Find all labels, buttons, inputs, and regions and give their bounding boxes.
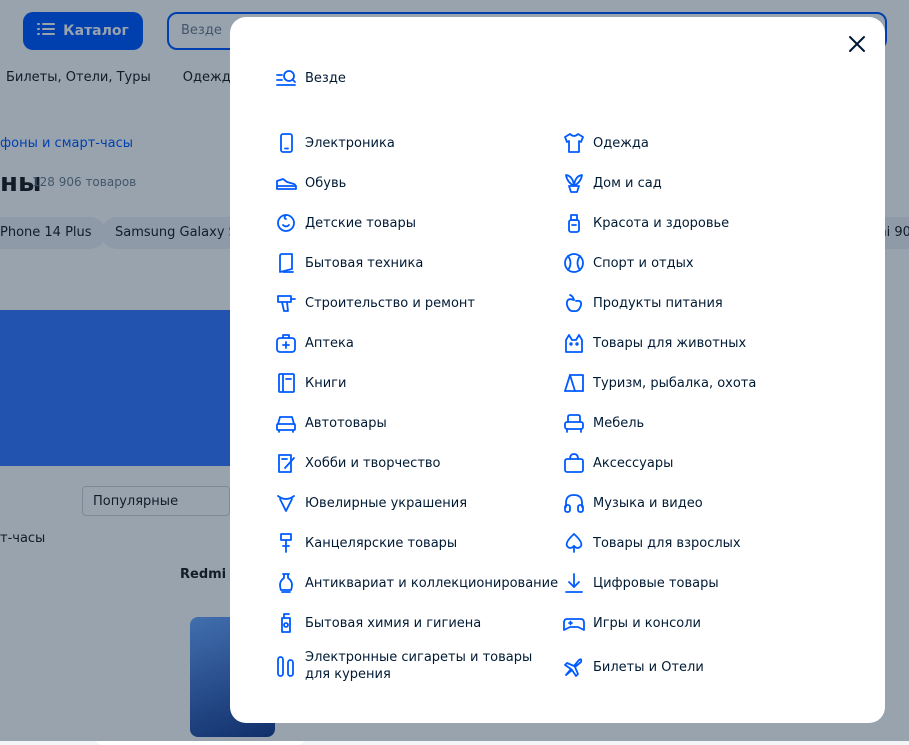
category-label: Бытовая химия и гигиена bbox=[305, 615, 482, 631]
plant-icon bbox=[563, 172, 585, 194]
category-label: Везде bbox=[305, 70, 346, 86]
category-item[interactable]: Цифровые товары bbox=[563, 572, 719, 594]
category-item[interactable]: Мебель bbox=[563, 412, 644, 434]
category-label: Автотовары bbox=[305, 415, 387, 431]
category-label: Обувь bbox=[305, 175, 347, 191]
category-label: Товары для животных bbox=[593, 335, 747, 351]
category-label: Дом и сад bbox=[593, 175, 662, 191]
category-item[interactable]: Антиквариат и коллекционирование bbox=[275, 572, 558, 594]
bag-icon bbox=[563, 452, 585, 474]
category-item[interactable]: Бытовая химия и гигиена bbox=[275, 612, 481, 634]
category-item[interactable]: Туризм, рыбалка, охота bbox=[563, 372, 756, 394]
category-modal: Везде Электроника Обувь Детские товары Бытов… bbox=[230, 17, 885, 723]
vape-icon bbox=[275, 655, 297, 677]
category-item[interactable]: Хобби и творчество bbox=[275, 452, 441, 474]
apple-icon bbox=[563, 292, 585, 314]
category-item[interactable]: Электронные сигареты и товары для курени… bbox=[275, 649, 545, 683]
category-item[interactable]: Ювелирные украшения bbox=[275, 492, 467, 514]
category-label: Туризм, рыбалка, охота bbox=[593, 375, 757, 391]
category-label: Билеты и Отели bbox=[593, 659, 704, 675]
plane-icon bbox=[563, 656, 585, 678]
category-item[interactable]: Электроника bbox=[275, 132, 395, 154]
category-label: Продукты питания bbox=[593, 295, 723, 311]
category-item[interactable]: Автотовары bbox=[275, 412, 387, 434]
search-list-icon bbox=[275, 67, 297, 89]
shirt-icon bbox=[563, 132, 585, 154]
category-label: Цифровые товары bbox=[593, 575, 719, 591]
category-label: Мебель bbox=[593, 415, 645, 431]
jewelry-icon bbox=[275, 492, 297, 514]
category-item[interactable]: Обувь bbox=[275, 172, 346, 194]
category-item[interactable]: Билеты и Отели bbox=[563, 656, 704, 678]
category-item-everywhere[interactable]: Везде bbox=[275, 67, 346, 89]
category-label: Антиквариат и коллекционирование bbox=[305, 575, 559, 591]
spray-icon bbox=[275, 612, 297, 634]
category-item[interactable]: Дом и сад bbox=[563, 172, 662, 194]
category-label: Канцелярские товары bbox=[305, 535, 458, 551]
phone-icon bbox=[275, 132, 297, 154]
category-label: Товары для взрослых bbox=[593, 535, 741, 551]
category-item[interactable]: Спорт и отдых bbox=[563, 252, 694, 274]
gamepad-icon bbox=[563, 612, 585, 634]
download-icon bbox=[563, 572, 585, 594]
category-label: Электроника bbox=[305, 135, 395, 151]
car-icon bbox=[275, 412, 297, 434]
category-label: Книги bbox=[305, 375, 347, 391]
category-item[interactable]: Аксессуары bbox=[563, 452, 673, 474]
appliance-icon bbox=[275, 252, 297, 274]
category-item[interactable]: Продукты питания bbox=[563, 292, 723, 314]
category-item[interactable]: Красота и здоровье bbox=[563, 212, 729, 234]
category-label: Спорт и отдых bbox=[593, 255, 694, 271]
category-label: Красота и здоровье bbox=[593, 215, 730, 231]
category-item[interactable]: Аптека bbox=[275, 332, 354, 354]
category-label: Ювелирные украшения bbox=[305, 495, 468, 511]
shoe-icon bbox=[275, 172, 297, 194]
book-icon bbox=[275, 372, 297, 394]
category-label: Строительство и ремонт bbox=[305, 295, 475, 311]
category-item[interactable]: Канцелярские товары bbox=[275, 532, 457, 554]
category-item[interactable]: Товары для животных bbox=[563, 332, 746, 354]
first-aid-icon bbox=[275, 332, 297, 354]
category-label: Электронные сигареты и товары для курени… bbox=[305, 650, 533, 682]
category-label: Аптека bbox=[305, 335, 354, 351]
category-label: Аксессуары bbox=[593, 455, 674, 471]
category-item[interactable]: Игры и консоли bbox=[563, 612, 701, 634]
cat-icon bbox=[563, 332, 585, 354]
category-item[interactable]: Музыка и видео bbox=[563, 492, 703, 514]
category-item[interactable]: Одежда bbox=[563, 132, 649, 154]
tent-icon bbox=[563, 372, 585, 394]
category-label: Детские товары bbox=[305, 215, 416, 231]
category-item[interactable]: Товары для взрослых bbox=[563, 532, 741, 554]
close-button[interactable] bbox=[844, 33, 870, 59]
category-label: Одежда bbox=[593, 135, 649, 151]
category-item[interactable]: Бытовая техника bbox=[275, 252, 423, 274]
sofa-icon bbox=[563, 412, 585, 434]
category-item[interactable]: Строительство и ремонт bbox=[275, 292, 475, 314]
stationery-icon bbox=[275, 532, 297, 554]
cosmetics-icon bbox=[563, 212, 585, 234]
brush-icon bbox=[275, 452, 297, 474]
category-item[interactable]: Книги bbox=[275, 372, 346, 394]
category-label: Хобби и творчество bbox=[305, 455, 441, 471]
baby-icon bbox=[275, 212, 297, 234]
category-label: Игры и консоли bbox=[593, 615, 701, 631]
ball-icon bbox=[563, 252, 585, 274]
category-label: Бытовая техника bbox=[305, 255, 424, 271]
vase-icon bbox=[275, 572, 297, 594]
spade-icon bbox=[563, 532, 585, 554]
category-label: Музыка и видео bbox=[593, 495, 703, 511]
drill-icon bbox=[275, 292, 297, 314]
category-item[interactable]: Детские товары bbox=[275, 212, 416, 234]
close-icon bbox=[848, 35, 866, 57]
headphones-icon bbox=[563, 492, 585, 514]
